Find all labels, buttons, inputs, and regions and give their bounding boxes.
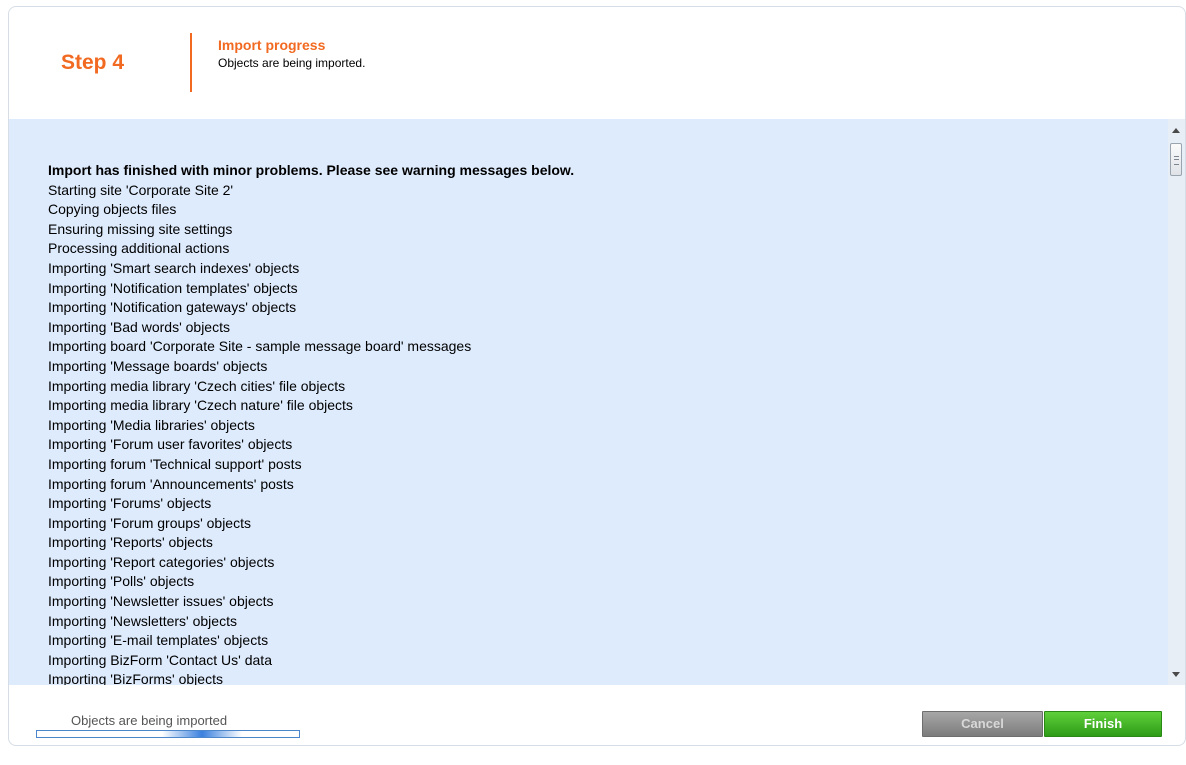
log-line: Importing 'Forum user favorites' objects [48, 436, 293, 453]
log-line: Importing media library 'Czech nature' f… [48, 397, 353, 414]
cancel-button[interactable]: Cancel [922, 711, 1043, 737]
wizard-footer: Objects are being imported Cancel Finish [9, 685, 1185, 747]
step-title: Import progress [218, 37, 326, 53]
log-line: Importing 'Message boards' objects [48, 357, 268, 374]
log-line: Importing 'Bad words' objects [48, 318, 230, 335]
log-line: Importing media library 'Czech cities' f… [48, 377, 346, 394]
log-line: Starting site 'Corporate Site 2' [48, 181, 234, 198]
log-line: Importing 'Media libraries' objects [48, 416, 255, 433]
step-number: Step 4 [61, 51, 125, 74]
import-log-list: Import has finished with minor problems.… [48, 161, 574, 685]
log-line: Importing 'Reports' objects [48, 534, 213, 551]
progress-status-text: Objects are being imported [71, 713, 228, 728]
log-scrollbar[interactable] [1168, 119, 1185, 685]
import-progress-bar [36, 730, 300, 738]
log-line: Importing 'BizForms' objects [48, 671, 223, 685]
progress-indicator [162, 731, 242, 737]
log-line: Importing 'Notification templates' objec… [48, 279, 298, 296]
log-line: Importing 'Forum groups' objects [48, 514, 251, 531]
log-line: Importing 'Forums' objects [48, 495, 212, 512]
scroll-thumb[interactable] [1170, 143, 1182, 176]
log-line: Processing additional actions [48, 240, 230, 257]
log-line: Importing 'Newsletter issues' objects [48, 593, 274, 610]
log-line: Importing forum 'Announcements' posts [48, 475, 294, 492]
log-line: Importing 'Report categories' objects [48, 553, 275, 570]
wizard-header: Step 4 Import progress Objects are being… [9, 7, 1185, 119]
log-line: Importing BizForm 'Contact Us' data [48, 651, 272, 668]
grip-lines-icon [1174, 156, 1179, 165]
log-line: Importing 'Polls' objects [48, 573, 195, 590]
log-line: Copying objects files [48, 201, 177, 218]
log-line: Importing 'Newsletters' objects [48, 612, 237, 629]
log-line: Importing 'Smart search indexes' objects [48, 259, 300, 276]
scroll-up-arrow-icon[interactable] [1172, 128, 1180, 133]
log-summary-line: Import has finished with minor problems.… [48, 162, 575, 178]
header-divider [190, 33, 192, 92]
step-description: Objects are being imported. [218, 56, 366, 70]
scroll-down-arrow-icon[interactable] [1172, 672, 1180, 677]
finish-button[interactable]: Finish [1044, 711, 1162, 737]
import-wizard: Step 4 Import progress Objects are being… [8, 6, 1186, 746]
log-line: Importing forum 'Technical support' post… [48, 455, 302, 472]
log-line: Importing board 'Corporate Site - sample… [48, 338, 472, 355]
log-line: Ensuring missing site settings [48, 220, 233, 237]
import-log-panel[interactable]: Import has finished with minor problems.… [9, 119, 1185, 685]
log-line: Importing 'E-mail templates' objects [48, 632, 269, 649]
log-line: Importing 'Notification gateways' object… [48, 299, 297, 316]
